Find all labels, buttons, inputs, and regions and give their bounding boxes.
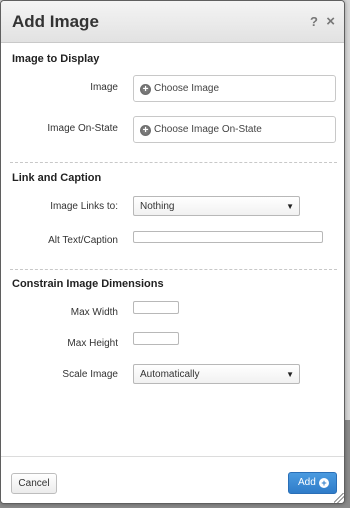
plus-circle-icon: + [140, 84, 151, 95]
max-width-input[interactable] [133, 301, 179, 314]
dialog-footer: Cancel Add + [1, 456, 344, 503]
section-divider [10, 162, 337, 163]
add-image-dialog: Add Image ? × Image to Display Image + C… [0, 0, 345, 504]
dialog-title: Add Image [12, 12, 99, 31]
image-links-label: Image Links to: [50, 201, 118, 212]
add-button[interactable]: Add + [288, 472, 337, 494]
max-height-input[interactable] [133, 332, 179, 345]
add-button-label: Add [298, 477, 316, 488]
scale-image-label: Scale Image [62, 369, 118, 380]
image-onstate-label: Image On-State [47, 123, 118, 134]
max-height-label: Max Height [67, 338, 118, 349]
cancel-button[interactable]: Cancel [11, 473, 57, 494]
image-label: Image [90, 82, 118, 93]
plus-circle-icon: + [140, 125, 151, 136]
section-title-constrain: Constrain Image Dimensions [12, 278, 164, 290]
section-title-link: Link and Caption [12, 172, 102, 184]
scale-image-value: Automatically [140, 369, 200, 380]
close-icon[interactable]: × [326, 13, 335, 30]
choose-image-onstate-text: Choose Image On-State [154, 124, 262, 135]
choose-image-onstate-button[interactable]: + Choose Image On-State [133, 116, 336, 143]
choose-image-button[interactable]: + Choose Image [133, 75, 336, 102]
caret-down-icon: ▼ [286, 202, 294, 211]
section-title-display: Image to Display [12, 53, 100, 65]
section-divider [10, 269, 337, 270]
scale-image-select[interactable]: Automatically ▼ [133, 364, 300, 384]
resize-grip-icon[interactable] [334, 493, 344, 503]
alt-text-label: Alt Text/Caption [48, 235, 118, 246]
alt-text-input[interactable] [133, 231, 323, 243]
image-links-value: Nothing [140, 201, 175, 212]
image-links-select[interactable]: Nothing ▼ [133, 196, 300, 216]
choose-image-text: Choose Image [154, 83, 220, 94]
help-icon[interactable]: ? [310, 14, 318, 29]
max-width-label: Max Width [70, 307, 118, 318]
add-circle-icon: + [319, 478, 329, 488]
caret-down-icon: ▼ [286, 370, 294, 379]
dialog-titlebar[interactable]: Add Image ? × [1, 1, 344, 43]
